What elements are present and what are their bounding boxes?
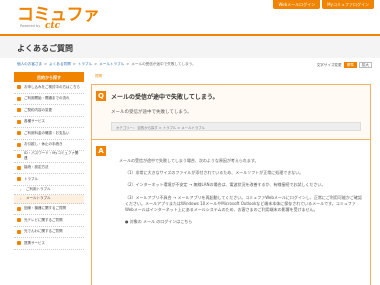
answer-mark-badge: A: [96, 146, 106, 156]
bullet-icon: [17, 229, 21, 234]
breadcrumb-link[interactable]: メールトラブル: [99, 62, 124, 67]
sidebar-item-label: 提携サービス: [24, 240, 45, 245]
sidebar-item[interactable]: ご契約内容の変更: [14, 105, 84, 117]
sidebar-list: お申し込みをご検討中の方はこちら ご利用開始・開通までの流れ ご契約内容の変更 各種サ…: [14, 82, 84, 250]
font-size-large-button[interactable]: 拡大: [358, 62, 372, 68]
sidebar-heading: 目的から探す: [14, 72, 84, 82]
sidebar-item-label: メールトラブル: [26, 196, 51, 200]
sidebar-item-label: お引越し・休止の手続き: [24, 142, 63, 147]
answer-item: （1）非常に大きなサイズのファイルが添付されているため、メールソフトが正常に処理…: [125, 170, 304, 176]
sidebar-item-label: ご契約内容の変更: [24, 107, 52, 112]
breadcrumb-current: メールの受信が途中で失敗してしまう。: [131, 62, 196, 66]
sidebar-item[interactable]: ご利用料金の確認・お支払い: [14, 128, 84, 140]
webmail-login-link[interactable]: Webメールログイン: [273, 0, 321, 9]
chevron-right-icon: ›: [20, 195, 22, 201]
answer-login-link[interactable]: ● 対象の メール のログインはこちら: [125, 219, 364, 225]
breadcrumb-link[interactable]: トラブル: [78, 62, 92, 67]
bullet-icon: [17, 96, 21, 101]
logo-tagline: Powered by: [20, 24, 41, 28]
question-mark-badge: Q: [96, 91, 106, 101]
question-title: メールの受信が途中で失敗してしまう。: [111, 94, 219, 101]
mycommufa-login-link[interactable]: Myコミュファログイン: [322, 0, 374, 9]
question-label: 質問: [95, 74, 102, 78]
answer-item: （2）インターネット環境が不安定 → 無線LANの場合は、電波状況を改善するか、…: [125, 182, 326, 188]
sidebar-item[interactable]: ID・パスワード・Myコミュファ関連: [14, 151, 84, 163]
sidebar-item-label: 各種サービス: [24, 119, 45, 124]
chevron-right-icon: ›: [20, 186, 22, 192]
sidebar-item-label: 光テレビに関するご質問: [24, 217, 63, 222]
sidebar-item-label: ご利用開始・開通までの流れ: [24, 96, 70, 101]
category-path: カテゴリー： 目的から探す > トラブル > メールトラブル: [111, 122, 361, 131]
bullet-icon: [17, 85, 21, 90]
font-size-control: 文字サイズ変更 標準 拡大: [317, 62, 372, 68]
sidebar-item[interactable]: 光テレビに関するご質問: [14, 215, 84, 227]
bullet-icon: [17, 165, 21, 170]
font-size-label: 文字サイズ変更: [316, 62, 342, 67]
sidebar-item-label: ご利用料金の確認・お支払い: [24, 130, 70, 135]
answer-body: メールの受信が途中で失敗してしまう場合、次のような原因が考えられます。 （1）非…: [119, 158, 364, 231]
sidebar-item[interactable]: 各種サービス: [14, 116, 84, 128]
sidebar-item-label: 回線・機器に関するご質問: [24, 206, 66, 211]
sidebar-item-label: ご利用トラブル: [26, 187, 51, 191]
top-links: Webメールログイン Myコミュファログイン: [273, 0, 374, 9]
question-text: メールの受信が途中で失敗してしまう。: [111, 110, 192, 115]
sidebar-item[interactable]: 接続・設定方法: [14, 162, 84, 174]
bullet-icon: [17, 154, 21, 159]
bullet-icon: [17, 218, 21, 223]
logo-ctc: ctc: [45, 21, 61, 31]
answer-box: A メールの受信が途中で失敗してしまう場合、次のような原因が考えられます。 （1…: [91, 139, 371, 285]
site-header: コミュファ Powered by ctc Webメールログイン Myコミュファロ…: [0, 0, 380, 34]
page-title: よくあるご質問: [17, 44, 73, 53]
answer-intro: メールの受信が途中で失敗してしまう場合、次のような原因が考えられます。: [119, 158, 259, 163]
sidebar-item[interactable]: 提携サービス: [14, 238, 84, 250]
sidebar-item[interactable]: 回線・機器に関するご質問: [14, 203, 84, 215]
sidebar-item-label: 光でんわに関するご質問: [24, 229, 63, 234]
bullet-icon: [17, 142, 21, 147]
sidebar-item-label: トラブル: [24, 176, 38, 181]
bullet-icon: [17, 108, 21, 113]
sidebar-subitem[interactable]: › メールトラブル: [14, 194, 84, 204]
sidebar-item[interactable]: お引越し・休止の手続き: [14, 139, 84, 151]
font-size-standard-button[interactable]: 標準: [343, 62, 357, 68]
bullet-icon: [17, 131, 21, 136]
sidebar-item[interactable]: ご利用開始・開通までの流れ: [14, 93, 84, 105]
answer-item: （3）メールアプリ不具合 → メールアプリを再起動してください。コミュファWeb…: [125, 194, 362, 213]
sidebar-item-label: 接続・設定方法: [24, 165, 49, 170]
bullet-icon: [17, 177, 21, 182]
question-header: 質問: [91, 72, 371, 80]
bullet-icon: [17, 241, 21, 246]
breadcrumb-link[interactable]: 個人のお客さま: [17, 62, 42, 67]
title-band: よくあるご質問: [0, 34, 380, 58]
question-box: Q メールの受信が途中で失敗してしまう。 メールの受信が途中で失敗してしまう。 …: [91, 84, 371, 146]
bullet-icon: [17, 119, 21, 124]
sidebar-item-label: ID・パスワード・Myコミュファ関連: [24, 151, 79, 161]
sidebar-item-label: お申し込みをご検討中の方はこちら: [24, 84, 80, 89]
bullet-icon: [17, 206, 21, 211]
breadcrumb-link[interactable]: よくある質問: [49, 62, 71, 67]
breadcrumb: 個人のお客さま > よくある質問 > トラブル > メールトラブル > メールの受信が途…: [17, 62, 196, 67]
sidebar-subitem[interactable]: › ご利用トラブル: [14, 185, 84, 195]
sidebar: 目的から探す お申し込みをご検討中の方はこちら ご利用開始・開通までの流れ ご契約内…: [14, 72, 84, 250]
sidebar-item[interactable]: 光でんわに関するご質問: [14, 226, 84, 238]
sidebar-item[interactable]: お申し込みをご検討中の方はこちら: [14, 82, 84, 94]
sidebar-item[interactable]: トラブル: [14, 174, 84, 186]
